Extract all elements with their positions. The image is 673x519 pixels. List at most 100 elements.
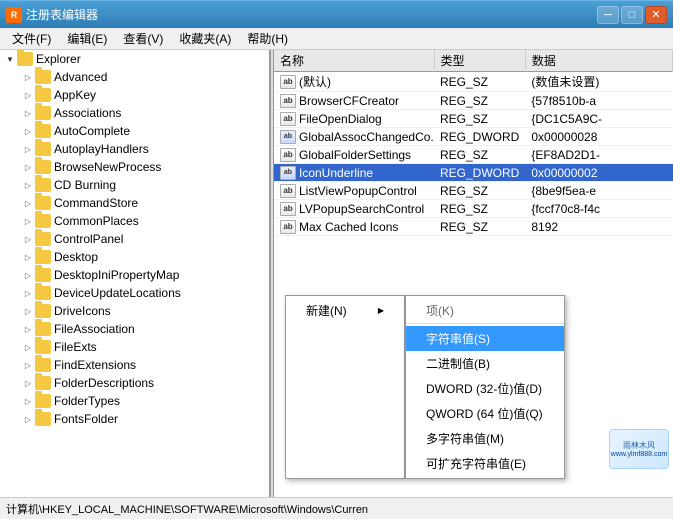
tree-item-commonplaces[interactable]: ▷ CommonPlaces: [0, 212, 269, 230]
tree-label: DriveIcons: [54, 304, 111, 318]
tree-item-controlpanel[interactable]: ▷ ControlPanel: [0, 230, 269, 248]
table-row[interactable]: ab GlobalFolderSettings REG_SZ {EF8AD2D1…: [274, 146, 673, 164]
cell-name: ab ListViewPopupControl: [274, 182, 434, 200]
folder-icon: [35, 322, 51, 336]
submenu-item-binary[interactable]: 二进制值(B): [406, 351, 564, 376]
context-menu-container: 新建(N) 项(K) 字符串值(S) 二进制值(B) DWORD (32-位)值…: [285, 295, 565, 479]
tree-item-autoplayhandlers[interactable]: ▷ AutoplayHandlers: [0, 140, 269, 158]
ab-icon: ab: [280, 220, 296, 234]
tree-item-fileassociation[interactable]: ▷ FileAssociation: [0, 320, 269, 338]
cell-type: REG_SZ: [434, 182, 525, 200]
expand-arrow: ▷: [22, 125, 34, 137]
ab-icon: ab: [280, 184, 296, 198]
folder-icon: [35, 160, 51, 174]
menu-help[interactable]: 帮助(H): [239, 28, 296, 49]
cell-name: ab LVPopupSearchControl: [274, 200, 434, 218]
tree-item-fontsfolder[interactable]: ▷ FontsFolder: [0, 410, 269, 428]
folder-icon: [35, 286, 51, 300]
tree-item-explorer[interactable]: ▼ Explorer: [0, 50, 269, 68]
tree-item-cdburning[interactable]: ▷ CD Burning: [0, 176, 269, 194]
watermark-logo: 雨林木风 www.ylmf888.com: [609, 429, 669, 469]
expand-arrow: ▷: [22, 377, 34, 389]
menu-view[interactable]: 查看(V): [115, 28, 171, 49]
menu-file[interactable]: 文件(F): [4, 28, 59, 49]
submenu[interactable]: 项(K) 字符串值(S) 二进制值(B) DWORD (32-位)值(D) QW…: [405, 295, 565, 479]
submenu-item-expandstring[interactable]: 可扩充字符串值(E): [406, 451, 564, 476]
watermark: 雨林木风 www.ylmf888.com: [609, 429, 669, 469]
menu-edit[interactable]: 编辑(E): [59, 28, 115, 49]
tree-item-foldertypes[interactable]: ▷ FolderTypes: [0, 392, 269, 410]
table-row[interactable]: ab (默认) REG_SZ (数值未设置): [274, 72, 673, 92]
tree-label: AutoplayHandlers: [54, 142, 149, 156]
folder-icon: [35, 88, 51, 102]
tree-item-fileexts[interactable]: ▷ FileExts: [0, 338, 269, 356]
tree-item-desktop[interactable]: ▷ Desktop: [0, 248, 269, 266]
column-data[interactable]: 数据: [525, 50, 672, 72]
tree-item-commandstore[interactable]: ▷ CommandStore: [0, 194, 269, 212]
tree-label: Associations: [54, 106, 121, 120]
column-type[interactable]: 类型: [434, 50, 525, 72]
tree-panel[interactable]: ▼ Explorer ▷ Advanced ▷ AppKey ▷ Associa…: [0, 50, 270, 497]
tree-item-browsenewprocess[interactable]: ▷ BrowseNewProcess: [0, 158, 269, 176]
submenu-item-multistring[interactable]: 多字符串值(M): [406, 426, 564, 451]
submenu-item-dword32[interactable]: DWORD (32-位)值(D): [406, 376, 564, 401]
menu-bar: 文件(F) 编辑(E) 查看(V) 收藏夹(A) 帮助(H): [0, 28, 673, 50]
dword-icon: ab: [280, 166, 296, 180]
cell-name: ab IconUnderline: [274, 164, 434, 182]
tree-item-findextensions[interactable]: ▷ FindExtensions: [0, 356, 269, 374]
context-menu[interactable]: 新建(N): [285, 295, 405, 479]
tree-item-driveicons[interactable]: ▷ DriveIcons: [0, 302, 269, 320]
status-text: 计算机\HKEY_LOCAL_MACHINE\SOFTWARE\Microsof…: [6, 501, 368, 517]
tree-item-folderdescriptions[interactable]: ▷ FolderDescriptions: [0, 374, 269, 392]
context-menu-new[interactable]: 新建(N): [286, 298, 404, 323]
table-row[interactable]: ab GlobalAssocChangedCo... REG_DWORD 0x0…: [274, 128, 673, 146]
tree-label: BrowseNewProcess: [54, 160, 161, 174]
tree-item-associations[interactable]: ▷ Associations: [0, 104, 269, 122]
tree-item-advanced[interactable]: ▷ Advanced: [0, 68, 269, 86]
folder-icon: [35, 214, 51, 228]
new-label: 新建(N): [306, 302, 347, 319]
maximize-button[interactable]: □: [621, 6, 643, 24]
table-row[interactable]: ab FileOpenDialog REG_SZ {DC1C5A9C-: [274, 110, 673, 128]
close-button[interactable]: ✕: [645, 6, 667, 24]
cell-data: 0x00000002: [525, 164, 672, 182]
expand-arrow: ▷: [22, 323, 34, 335]
expand-arrow: ▷: [22, 233, 34, 245]
submenu-item-qword64[interactable]: QWORD (64 位)值(Q): [406, 401, 564, 426]
tree-label: DeviceUpdateLocations: [54, 286, 181, 300]
cell-data: {8be9f5ea-e: [525, 182, 672, 200]
title-controls: ─ □ ✕: [597, 6, 667, 24]
tree-item-appkey[interactable]: ▷ AppKey: [0, 86, 269, 104]
table-row[interactable]: ab Max Cached Icons REG_SZ 8192: [274, 218, 673, 236]
ab-icon: ab: [280, 202, 296, 216]
tree-item-desktopinipropertymap[interactable]: ▷ DesktopIniPropertyMap: [0, 266, 269, 284]
tree-label: AppKey: [54, 88, 96, 102]
expand-arrow: ▷: [22, 287, 34, 299]
submenu-item-string[interactable]: 字符串值(S): [406, 326, 564, 351]
folder-icon: [35, 268, 51, 282]
title-bar-left: R 注册表编辑器: [6, 6, 98, 23]
table-row[interactable]: ab BrowserCFCreator REG_SZ {57f8510b-a: [274, 92, 673, 110]
expand-arrow: ▷: [22, 413, 34, 425]
cell-type: REG_SZ: [434, 200, 525, 218]
ab-icon: ab: [280, 148, 296, 162]
folder-icon: [35, 412, 51, 426]
tree-label: CommandStore: [54, 196, 138, 210]
window-title: 注册表编辑器: [26, 6, 98, 23]
expand-arrow: ▷: [22, 215, 34, 227]
expand-arrow: ▷: [22, 305, 34, 317]
main-area: ▼ Explorer ▷ Advanced ▷ AppKey ▷ Associa…: [0, 50, 673, 497]
tree-item-deviceupdatelocations[interactable]: ▷ DeviceUpdateLocations: [0, 284, 269, 302]
tree-item-autocomplete[interactable]: ▷ AutoComplete: [0, 122, 269, 140]
expand-arrow: ▷: [22, 161, 34, 173]
table-row[interactable]: ab LVPopupSearchControl REG_SZ {fccf70c8…: [274, 200, 673, 218]
title-bar: R 注册表编辑器 ─ □ ✕: [0, 0, 673, 28]
tree-label: FileAssociation: [54, 322, 135, 336]
table-row[interactable]: ab ListViewPopupControl REG_SZ {8be9f5ea…: [274, 182, 673, 200]
menu-favorites[interactable]: 收藏夹(A): [171, 28, 239, 49]
cell-type: REG_SZ: [434, 146, 525, 164]
column-name[interactable]: 名称: [274, 50, 434, 72]
table-row[interactable]: ab IconUnderline REG_DWORD 0x00000002: [274, 164, 673, 182]
tree-label: FontsFolder: [54, 412, 118, 426]
minimize-button[interactable]: ─: [597, 6, 619, 24]
